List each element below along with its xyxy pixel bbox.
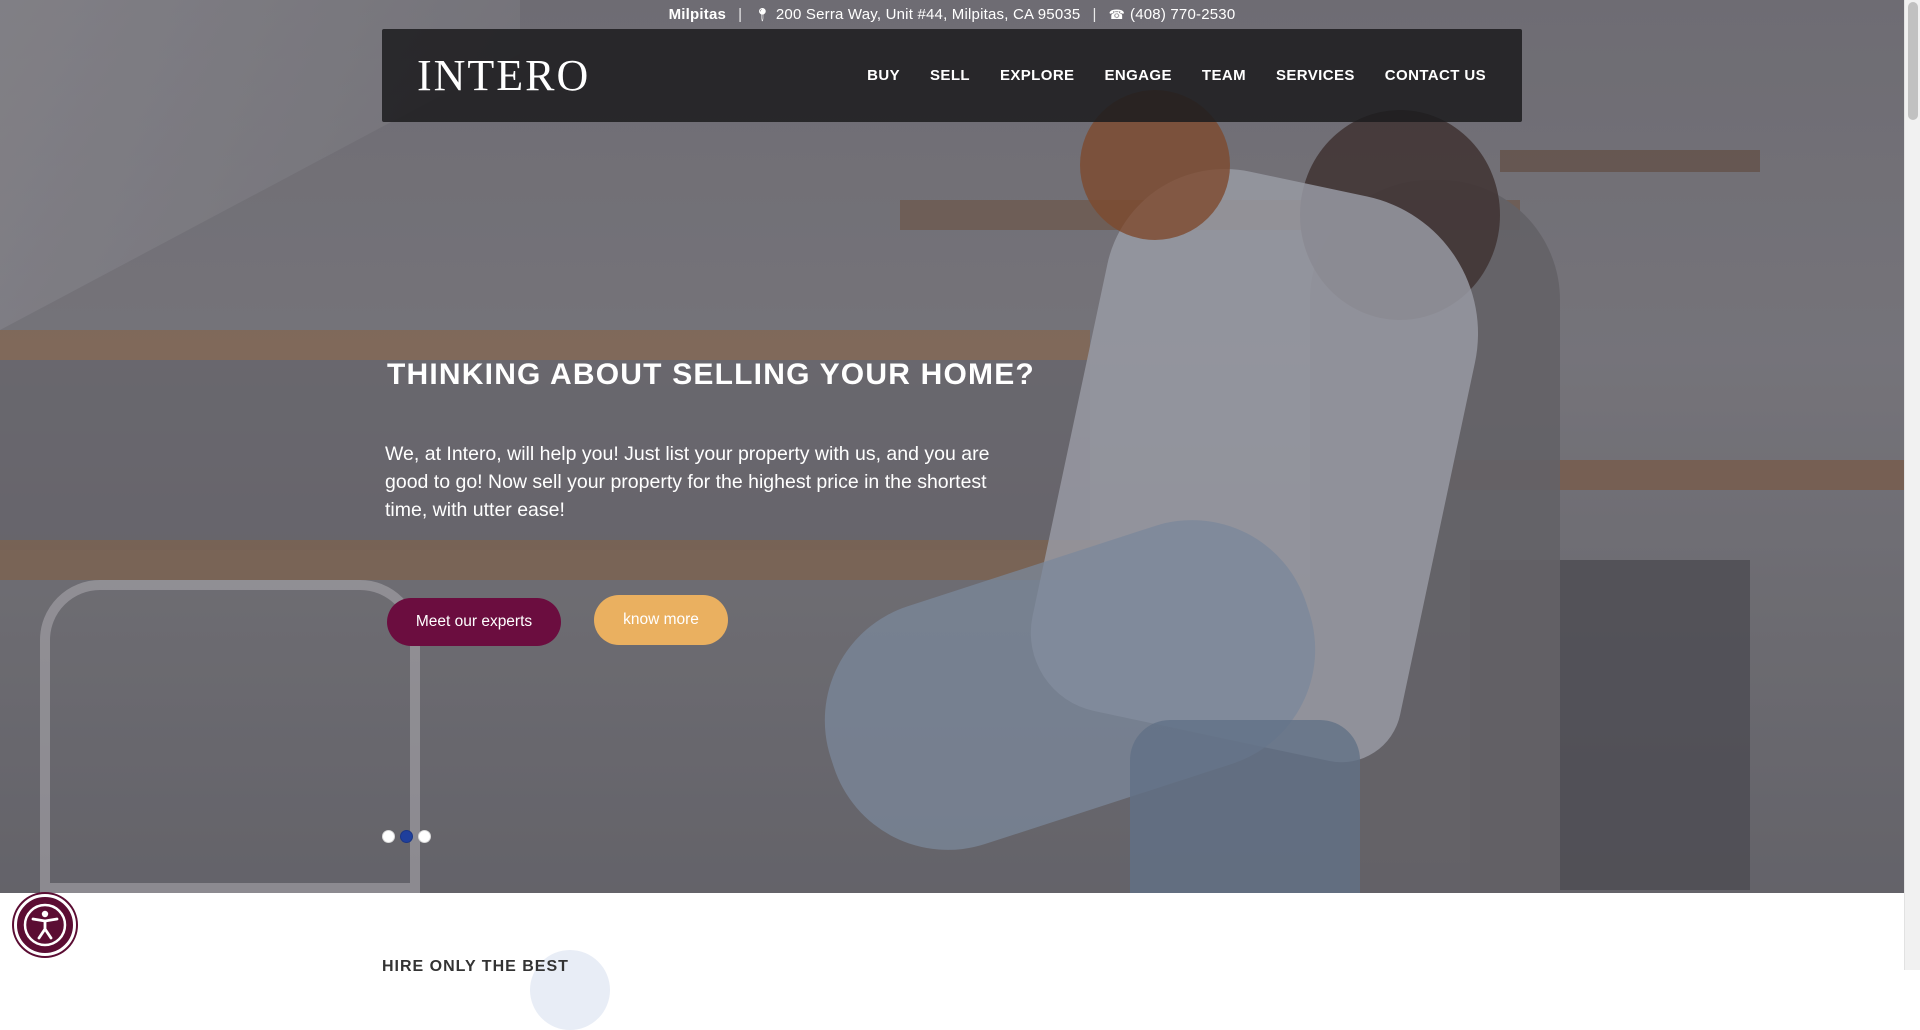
- separator: |: [738, 5, 743, 23]
- meet-our-experts-button[interactable]: Meet our experts: [387, 598, 561, 646]
- nav-item-engage[interactable]: ENGAGE: [1104, 67, 1171, 84]
- carousel-dot-3[interactable]: [418, 830, 431, 843]
- address[interactable]: 📍︎ 200 Serra Way, Unit #44, Milpitas, CA …: [754, 6, 1080, 23]
- carousel-dots: [382, 830, 431, 843]
- carousel-dot-1[interactable]: [382, 830, 395, 843]
- hero-title: THINKING ABOUT SELLING YOUR HOME?: [387, 358, 1035, 391]
- nav-item-sell[interactable]: SELL: [930, 67, 970, 84]
- accessibility-icon: [23, 903, 67, 947]
- nav-item-services[interactable]: SERVICES: [1276, 67, 1355, 84]
- hero-description: We, at Intero, will help you! Just list …: [385, 443, 990, 521]
- page-scrollbar[interactable]: [1904, 0, 1920, 970]
- nav-item-contact-us[interactable]: CONTACT US: [1385, 67, 1486, 84]
- map-marker-icon: 📍︎: [754, 6, 771, 22]
- phone-icon: ☎︎: [1108, 6, 1125, 22]
- intero-logo[interactable]: INTERO: [417, 50, 590, 101]
- hero-banner: Milpitas | 📍︎ 200 Serra Way, Unit #44, Mi…: [0, 0, 1904, 893]
- city-label: Milpitas: [668, 5, 727, 23]
- address-text: 200 Serra Way, Unit #44, Milpitas, CA 95…: [775, 5, 1081, 23]
- nav-item-explore[interactable]: EXPLORE: [1000, 67, 1074, 84]
- contact-info-bar: Milpitas | 📍︎ 200 Serra Way, Unit #44, Mi…: [0, 0, 1904, 28]
- main-navbar: INTERO BUY SELL EXPLORE ENGAGE TEAM SERV…: [382, 29, 1522, 122]
- phone-text: (408) 770-2530: [1130, 5, 1236, 23]
- know-more-button[interactable]: know more: [594, 595, 728, 645]
- scrollbar-thumb[interactable]: [1908, 2, 1918, 120]
- phone[interactable]: ☎︎ (408) 770-2530: [1109, 6, 1236, 23]
- separator: |: [1092, 5, 1097, 23]
- section-heading: HIRE ONLY THE BEST: [382, 958, 569, 975]
- carousel-dot-2[interactable]: [400, 830, 413, 843]
- nav-item-team[interactable]: TEAM: [1202, 67, 1246, 84]
- nav-menu: BUY SELL EXPLORE ENGAGE TEAM SERVICES CO…: [867, 67, 1486, 84]
- nav-item-buy[interactable]: BUY: [867, 67, 900, 84]
- accessibility-button[interactable]: [14, 894, 76, 956]
